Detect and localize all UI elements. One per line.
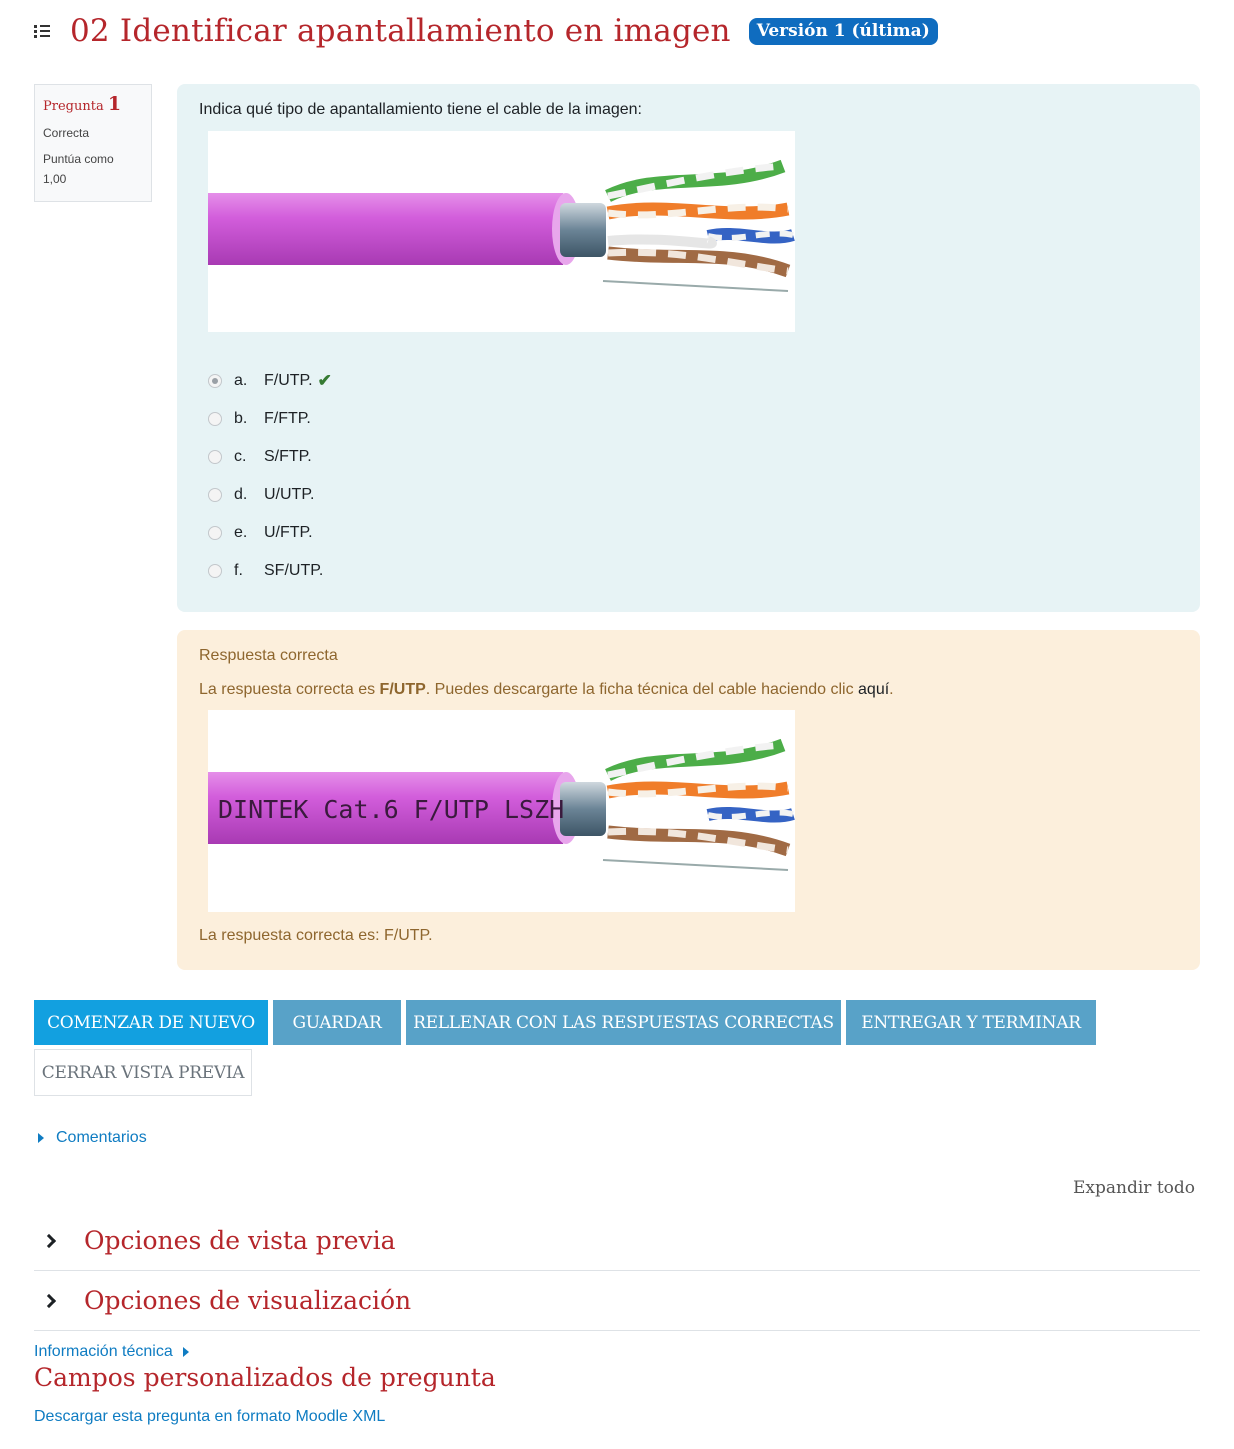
display-options-title: Opciones de visualización <box>84 1286 412 1315</box>
comments-label: Comentarios <box>56 1129 147 1146</box>
tech-info-toggle[interactable]: Información técnica <box>34 1343 189 1361</box>
answer-option-a[interactable]: a. F/UTP. ✔ <box>208 362 332 400</box>
answer-radio-d[interactable] <box>208 488 222 502</box>
answer-option-c[interactable]: c. S/FTP. <box>208 438 332 476</box>
display-options-section[interactable]: Opciones de visualización <box>34 1271 1200 1331</box>
answer-text-f: SF/UTP. <box>264 562 324 579</box>
feedback-title: Respuesta correcta <box>199 647 338 664</box>
cable-image <box>208 131 795 332</box>
caret-right-icon <box>38 1133 44 1143</box>
page-header: 02 Identificar apantallamiento en imagen… <box>34 8 938 54</box>
chevron-right-icon <box>41 1233 57 1248</box>
question-number: Pregunta 1 <box>43 93 122 115</box>
datasheet-link[interactable]: aquí <box>858 681 889 698</box>
comments-toggle[interactable]: Comentarios <box>38 1129 147 1147</box>
save-button[interactable]: GUARDAR <box>273 1000 401 1045</box>
answer-radio-a[interactable] <box>208 374 222 388</box>
question-state: Correcta <box>43 126 90 140</box>
preview-options-section[interactable]: Opciones de vista previa <box>34 1211 1200 1271</box>
answer-radio-e[interactable] <box>208 526 222 540</box>
answer-option-d[interactable]: d. U/UTP. <box>208 476 332 514</box>
cable-labeled-image: DINTEK Cat.6 F/UTP LSZH <box>208 710 795 912</box>
question-list-icon <box>34 22 52 40</box>
question-panel: Indica qué tipo de apantallamiento tiene… <box>177 84 1200 612</box>
caret-right-icon <box>182 1347 189 1357</box>
preview-options-title: Opciones de vista previa <box>84 1226 396 1255</box>
answer-radio-f[interactable] <box>208 564 222 578</box>
custom-fields-heading: Campos personalizados de pregunta <box>34 1363 496 1392</box>
page-title: 02 Identificar apantallamiento en imagen <box>70 13 731 49</box>
expand-all-link[interactable]: Expandir todo <box>1073 1178 1195 1198</box>
answer-option-e[interactable]: e. U/FTP. <box>208 514 332 552</box>
tech-info-label: Información técnica <box>34 1343 173 1360</box>
feedback-panel: Respuesta correcta La respuesta correcta… <box>177 630 1200 970</box>
feedback-text: La respuesta correcta es F/UTP. Puedes d… <box>199 681 894 698</box>
restart-button[interactable]: COMENZAR DE NUEVO <box>34 1000 268 1045</box>
chevron-right-icon <box>41 1293 57 1308</box>
answer-radio-c[interactable] <box>208 450 222 464</box>
action-buttons: COMENZAR DE NUEVO GUARDAR RELLENAR CON L… <box>34 1000 1101 1045</box>
answer-text-e: U/FTP. <box>264 524 313 541</box>
download-xml-link[interactable]: Descargar esta pregunta en formato Moodl… <box>34 1408 385 1426</box>
correct-check-icon: ✔ <box>317 371 332 390</box>
right-answer-text: La respuesta correcta es: F/UTP. <box>199 927 433 944</box>
answer-option-f[interactable]: f. SF/UTP. <box>208 552 332 590</box>
close-preview-button[interactable]: CERRAR VISTA PREVIA <box>34 1049 252 1096</box>
cable-print-text: DINTEK Cat.6 F/UTP LSZH <box>218 795 564 824</box>
answer-list: a. F/UTP. ✔ b. F/FTP. c. S/FTP. d. U/UTP… <box>208 362 332 590</box>
question-grade: Puntúa como 1,00 <box>43 152 114 186</box>
question-info-box: Pregunta 1 Correcta Puntúa como 1,00 <box>34 84 152 202</box>
answer-text-c: S/FTP. <box>264 448 312 465</box>
answer-option-b[interactable]: b. F/FTP. <box>208 400 332 438</box>
answer-text-d: U/UTP. <box>264 486 315 503</box>
answer-text-b: F/FTP. <box>264 410 311 427</box>
submit-button[interactable]: ENTREGAR Y TERMINAR <box>846 1000 1096 1045</box>
answer-text-a: F/UTP. <box>264 372 313 389</box>
version-badge: Versión 1 (última) <box>748 17 938 45</box>
fill-correct-button[interactable]: RELLENAR CON LAS RESPUESTAS CORRECTAS <box>406 1000 841 1045</box>
question-text: Indica qué tipo de apantallamiento tiene… <box>199 101 642 118</box>
answer-radio-b[interactable] <box>208 412 222 426</box>
